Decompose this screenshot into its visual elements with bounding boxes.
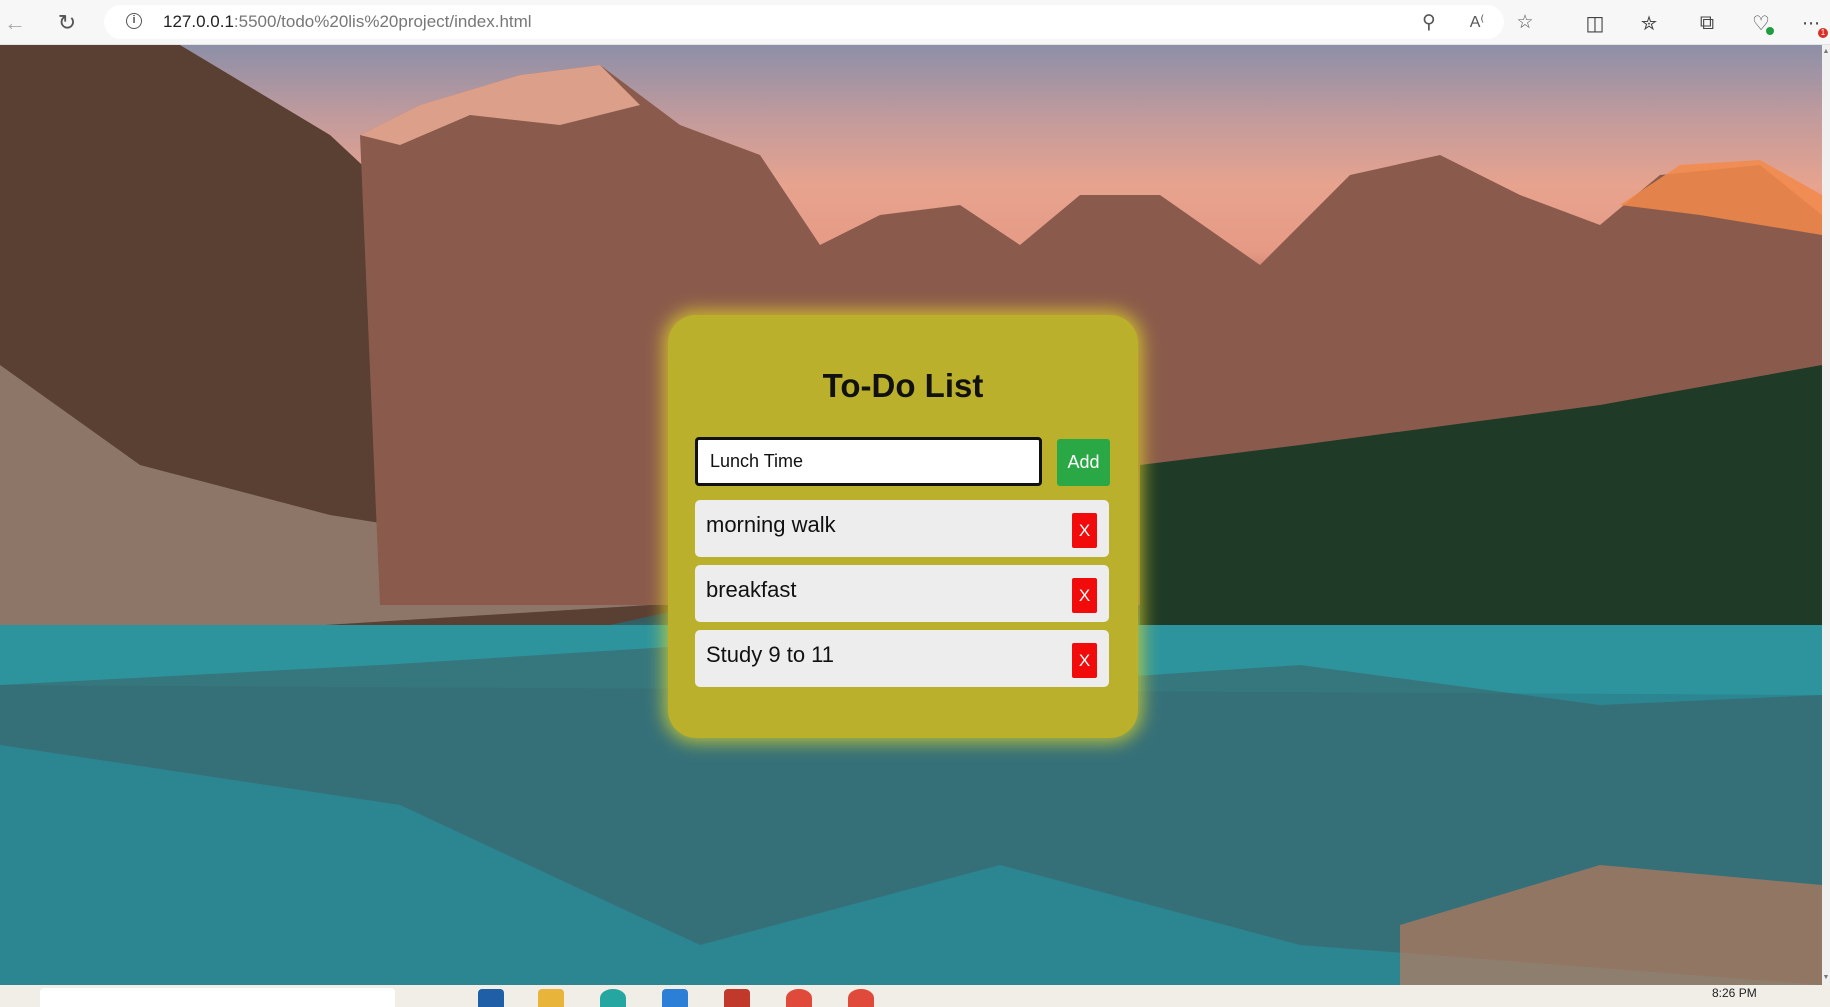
- info-icon[interactable]: i: [126, 13, 142, 29]
- task-item: Study 9 to 11 X: [695, 630, 1109, 687]
- split-screen-icon[interactable]: ◫: [1580, 8, 1610, 38]
- vscode-icon[interactable]: [662, 989, 688, 1007]
- more-icon[interactable]: ⋯ 1: [1796, 8, 1828, 38]
- chrome-browser-icon[interactable]: [848, 989, 874, 1007]
- task-item: breakfast X: [695, 565, 1109, 622]
- vertical-scrollbar[interactable]: [1822, 45, 1830, 985]
- todo-card: To-Do List Add morning walk X breakfast …: [668, 315, 1138, 738]
- address-bar[interactable]: i 127.0.0.1:5500/todo%20lis%20project/in…: [104, 5, 1534, 39]
- url-text[interactable]: 127.0.0.1:5500/todo%20lis%20project/inde…: [163, 12, 532, 32]
- delete-task-button[interactable]: X: [1072, 513, 1097, 548]
- task-input[interactable]: [695, 437, 1042, 486]
- favorite-star-icon[interactable]: ☆: [1512, 9, 1538, 35]
- taskbar-clock[interactable]: 8:26 PM: [1712, 986, 1757, 1000]
- todo-title: To-Do List: [822, 367, 984, 404]
- favorites-icon[interactable]: ✮: [1634, 8, 1664, 38]
- notification-badge: 1: [1818, 28, 1828, 38]
- file-explorer-icon[interactable]: [538, 989, 564, 1007]
- delete-task-button[interactable]: X: [1072, 643, 1097, 678]
- add-button[interactable]: Add: [1057, 439, 1110, 486]
- task-text: morning walk: [706, 512, 836, 537]
- read-aloud-icon[interactable]: A⁽: [1464, 9, 1490, 35]
- task-item: morning walk X: [695, 500, 1109, 557]
- delete-task-button[interactable]: X: [1072, 578, 1097, 613]
- taskbar-search-box[interactable]: [40, 988, 395, 1007]
- task-text: breakfast: [706, 577, 797, 602]
- task-list: morning walk X breakfast X Study 9 to 11…: [695, 500, 1109, 695]
- zoom-icon[interactable]: ⚲: [1416, 9, 1442, 35]
- taskbar-app-icon[interactable]: [724, 989, 750, 1007]
- taskbar-app-icon[interactable]: [478, 989, 504, 1007]
- browser-essentials-icon[interactable]: ♡: [1746, 8, 1776, 38]
- chrome-browser-icon[interactable]: [786, 989, 812, 1007]
- status-dot: [1766, 27, 1774, 35]
- back-arrow-icon[interactable]: ←: [0, 8, 30, 38]
- scroll-up-icon[interactable]: ▲: [1822, 47, 1830, 57]
- reload-icon[interactable]: ↻: [52, 8, 82, 38]
- edge-browser-icon[interactable]: [600, 989, 626, 1007]
- browser-toolbar: ← ↻ i 127.0.0.1:5500/todo%20lis%20projec…: [0, 0, 1830, 45]
- taskbar: 8:26 PM: [0, 985, 1830, 1007]
- collections-icon[interactable]: ⧉: [1692, 8, 1722, 38]
- task-text: Study 9 to 11: [706, 642, 835, 667]
- scroll-down-icon[interactable]: ▼: [1822, 973, 1830, 983]
